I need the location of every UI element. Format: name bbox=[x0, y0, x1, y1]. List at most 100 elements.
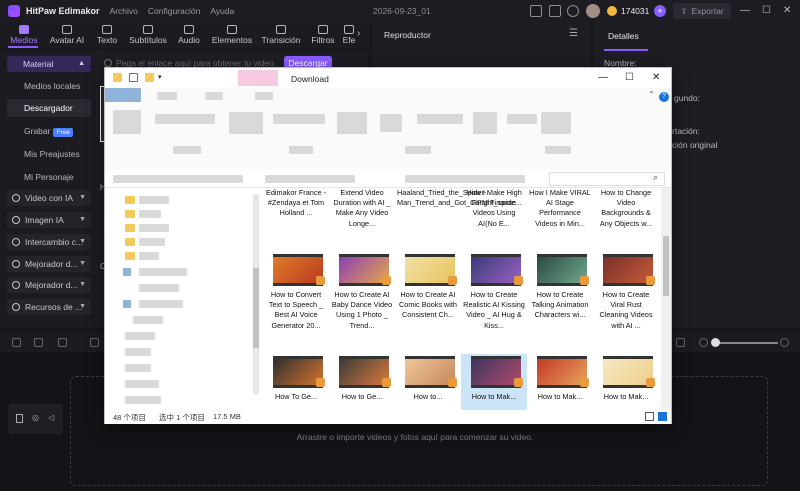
maximize-icon[interactable]: ☐ bbox=[762, 5, 771, 16]
redo-icon[interactable] bbox=[34, 338, 43, 347]
ribbon-button[interactable] bbox=[113, 110, 141, 134]
details-view-icon[interactable] bbox=[645, 412, 654, 421]
sidebar-item-mejorador-2[interactable]: Mejorador d... ▼ bbox=[7, 277, 91, 293]
file-item[interactable]: How to Create Talking Animation Characte… bbox=[527, 252, 593, 352]
file-item[interactable]: Haaland_Tried_the_Spider-Man_Trend_and_G… bbox=[395, 188, 521, 250]
sidebar-item-mi-personaje[interactable]: Mi Personaje bbox=[24, 172, 74, 182]
ribbon-button[interactable] bbox=[229, 112, 263, 134]
nav-item[interactable] bbox=[139, 252, 159, 260]
file-item[interactable]: How I Make VIRAL AI Stage Performance Vi… bbox=[527, 188, 593, 250]
sidebar-item-material[interactable]: Material ▲ bbox=[7, 56, 91, 72]
nav-scrollbar-thumb[interactable] bbox=[253, 268, 259, 348]
file-item[interactable]: How to Create AI Comic Books with Consis… bbox=[395, 252, 461, 352]
large-icons-view-icon[interactable] bbox=[658, 412, 667, 421]
nav-item[interactable] bbox=[139, 300, 183, 308]
menu-configuracion[interactable]: Configuración bbox=[148, 6, 200, 16]
sidebar-item-recursos[interactable]: Recursos de ... ▼ bbox=[7, 299, 91, 315]
lock-icon[interactable] bbox=[16, 414, 23, 423]
nav-item[interactable] bbox=[139, 196, 169, 204]
nav-item[interactable] bbox=[139, 284, 179, 292]
nav-item[interactable] bbox=[139, 224, 169, 232]
sidebar-item-mis-preajustes[interactable]: Mis Preajustes bbox=[24, 149, 80, 159]
maximize-icon[interactable]: ☐ bbox=[625, 72, 634, 83]
file-item[interactable]: How to Mak... bbox=[593, 354, 659, 410]
fit-icon[interactable] bbox=[676, 338, 685, 347]
tab-efectos[interactable]: Efe bbox=[341, 22, 357, 48]
message-icon[interactable] bbox=[549, 5, 561, 17]
ribbon-tab[interactable] bbox=[205, 92, 223, 100]
file-item[interactable]: How to Mak... bbox=[527, 354, 593, 410]
delete-icon[interactable] bbox=[58, 338, 67, 347]
file-item[interactable]: How to Create Realistic AI Kissing Video… bbox=[461, 252, 527, 352]
zoom-slider[interactable] bbox=[716, 342, 778, 344]
zoom-in-icon[interactable] bbox=[780, 338, 789, 347]
sidebar-item-grabar[interactable]: Grabar Free bbox=[24, 126, 73, 137]
tab-avatar-ai[interactable]: Avatar AI bbox=[48, 22, 86, 48]
ribbon-button[interactable] bbox=[541, 112, 571, 134]
tab-audio[interactable]: Audio bbox=[175, 22, 203, 48]
nav-item[interactable] bbox=[125, 380, 159, 388]
ribbon-button[interactable] bbox=[155, 114, 215, 124]
file-item[interactable]: How to Change Video Backgrounds & Any Ob… bbox=[593, 188, 659, 250]
chevron-down-icon[interactable]: ▾ bbox=[158, 73, 162, 81]
zoom-out-icon[interactable] bbox=[699, 338, 708, 347]
search-icon[interactable]: ⌕ bbox=[653, 172, 658, 183]
ribbon-button[interactable] bbox=[417, 114, 463, 124]
drive-icon[interactable] bbox=[123, 268, 131, 276]
nav-item[interactable] bbox=[133, 316, 163, 324]
ribbon-button[interactable] bbox=[337, 112, 367, 134]
nav-item[interactable] bbox=[125, 396, 161, 404]
tab-detalles[interactable]: Detalles bbox=[608, 31, 639, 41]
file-item[interactable]: How to Mak... bbox=[461, 354, 527, 410]
folder-icon[interactable] bbox=[125, 238, 135, 246]
file-item[interactable]: How to... bbox=[395, 354, 461, 410]
add-credits-button[interactable]: + bbox=[654, 5, 666, 17]
sidebar-item-intercambio[interactable]: Intercambio c... ▼ bbox=[7, 234, 91, 250]
menu-ayuda[interactable]: Ayuda bbox=[210, 6, 234, 16]
folder-icon[interactable] bbox=[125, 196, 135, 204]
ribbon-tab[interactable] bbox=[255, 92, 273, 100]
zoom-slider-handle[interactable] bbox=[711, 338, 720, 347]
nav-item[interactable] bbox=[139, 210, 161, 218]
file-item[interactable]: Edimakor France - #Zendaya et Tom Hollan… bbox=[263, 188, 329, 250]
sidebar-item-imagen-ia[interactable]: Imagen IA ▼ bbox=[7, 212, 91, 228]
screen-icon[interactable] bbox=[530, 5, 542, 17]
tab-medios[interactable]: Medios bbox=[8, 22, 40, 48]
sidebar-item-descargador[interactable]: Descargador bbox=[24, 103, 73, 113]
breadcrumb[interactable] bbox=[405, 175, 525, 183]
minimize-icon[interactable]: — bbox=[740, 5, 750, 16]
nav-item[interactable] bbox=[125, 332, 155, 340]
sidebar-item-medios-locales[interactable]: Medios locales bbox=[24, 81, 80, 91]
split-icon[interactable] bbox=[90, 338, 99, 347]
help-icon[interactable]: ? bbox=[659, 92, 669, 102]
file-item[interactable]: How To Ge... bbox=[263, 354, 329, 410]
sidebar-item-video-ia[interactable]: Video con IA ▼ bbox=[7, 190, 91, 206]
eye-icon[interactable]: ◎ bbox=[32, 413, 39, 422]
properties-icon[interactable] bbox=[129, 73, 138, 82]
file-scrollbar[interactable] bbox=[661, 188, 671, 410]
file-item[interactable]: Extend Video Duration with AI _ Make Any… bbox=[329, 188, 395, 250]
chevron-right-icon[interactable]: › bbox=[357, 28, 360, 39]
ribbon-button[interactable] bbox=[380, 114, 402, 132]
drive-icon[interactable] bbox=[123, 300, 131, 308]
nav-item[interactable] bbox=[139, 238, 165, 246]
breadcrumb[interactable] bbox=[265, 175, 355, 183]
tab-subtitulos[interactable]: Subtítulos bbox=[126, 22, 170, 48]
ribbon-button[interactable] bbox=[473, 112, 497, 134]
tab-filtros[interactable]: Filtros bbox=[308, 22, 338, 48]
nav-item[interactable] bbox=[139, 268, 187, 276]
tab-texto[interactable]: Texto bbox=[94, 22, 120, 48]
ribbon-button[interactable] bbox=[507, 114, 537, 124]
folder-icon[interactable] bbox=[125, 210, 135, 218]
close-icon[interactable]: ✕ bbox=[783, 5, 791, 16]
file-tab[interactable] bbox=[105, 88, 141, 102]
sidebar-item-mejorador-1[interactable]: Mejorador d... ▼ bbox=[7, 256, 91, 272]
file-item[interactable]: How to Ge... bbox=[329, 354, 395, 410]
user-avatar[interactable] bbox=[586, 4, 600, 18]
ribbon-tab[interactable] bbox=[157, 92, 177, 100]
tab-transicion[interactable]: Transición bbox=[259, 22, 303, 48]
new-folder-icon[interactable] bbox=[145, 73, 154, 82]
folder-icon[interactable] bbox=[125, 224, 135, 232]
folder-icon[interactable] bbox=[125, 252, 135, 260]
menu-archivo[interactable]: Archivo bbox=[110, 6, 138, 16]
